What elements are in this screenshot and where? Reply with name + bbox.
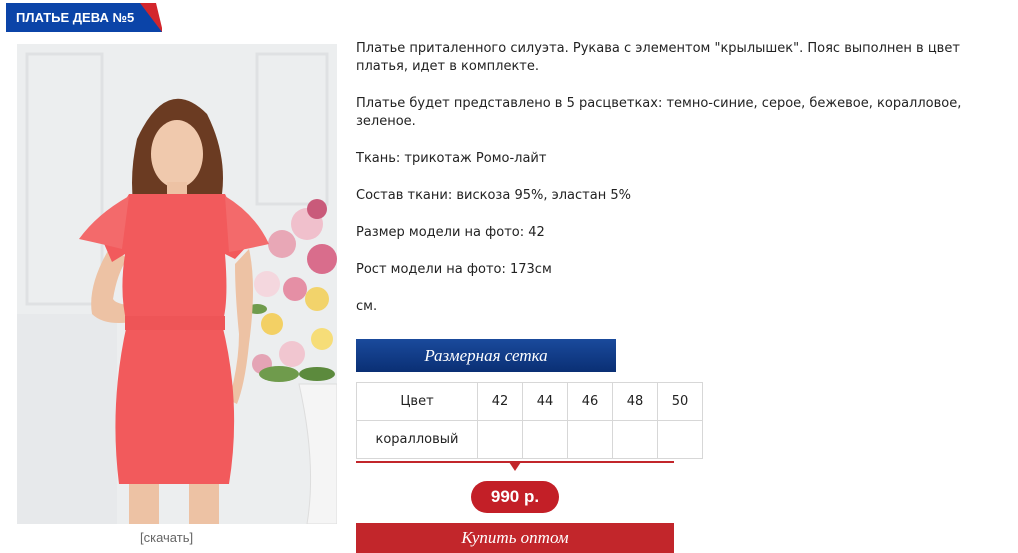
size-quantity-cell[interactable] bbox=[477, 420, 523, 459]
size-quantity-cell[interactable] bbox=[567, 420, 613, 459]
size-table-header-size: 44 bbox=[522, 382, 568, 421]
size-quantity-cell[interactable] bbox=[522, 420, 568, 459]
download-link[interactable]: [скачать] bbox=[140, 530, 193, 545]
size-table-header-size: 48 bbox=[612, 382, 658, 421]
size-grid-button[interactable]: Размерная сетка bbox=[356, 339, 616, 372]
price-pointer-arrow bbox=[509, 462, 521, 471]
fabric-info: Ткань: трикотаж Ромо-лайт bbox=[356, 151, 547, 166]
size-table: Цвет 42 44 46 48 50 коралловый bbox=[356, 382, 703, 459]
description-paragraph: Платье приталенного силуэта. Рукава с эл… bbox=[356, 41, 960, 74]
size-table-color-name: коралловый bbox=[356, 420, 478, 459]
product-title: ПЛАТЬЕ ДЕВА №5 bbox=[16, 10, 135, 25]
size-table-header-color: Цвет bbox=[356, 382, 478, 421]
size-table-header-size: 50 bbox=[657, 382, 703, 421]
composition-info: Состав ткани: вискоза 95%, эластан 5% bbox=[356, 188, 631, 203]
banner-corner-stripe bbox=[156, 3, 163, 32]
size-table-header-size: 46 bbox=[567, 382, 613, 421]
description-paragraph: Платье будет представлено в 5 расцветках… bbox=[356, 96, 962, 129]
size-table-row: коралловый bbox=[356, 420, 703, 459]
size-table-header-size: 42 bbox=[477, 382, 523, 421]
product-photo-illustration bbox=[17, 44, 337, 524]
product-description: Платье приталенного силуэта. Рукава с эл… bbox=[356, 40, 1006, 335]
size-table-header-row: Цвет 42 44 46 48 50 bbox=[356, 382, 703, 421]
product-title-banner: ПЛАТЬЕ ДЕВА №5 bbox=[6, 3, 163, 32]
product-photo[interactable] bbox=[17, 44, 337, 524]
description-trailing-text: см. bbox=[356, 299, 378, 314]
price-badge: 990 р. bbox=[471, 481, 559, 513]
buy-wholesale-button[interactable]: Купить оптом bbox=[356, 523, 674, 553]
size-quantity-cell[interactable] bbox=[612, 420, 658, 459]
model-size-info: Размер модели на фото: 42 bbox=[356, 225, 545, 240]
model-height-info: Рост модели на фото: 173см bbox=[356, 262, 552, 277]
size-quantity-cell[interactable] bbox=[657, 420, 703, 459]
